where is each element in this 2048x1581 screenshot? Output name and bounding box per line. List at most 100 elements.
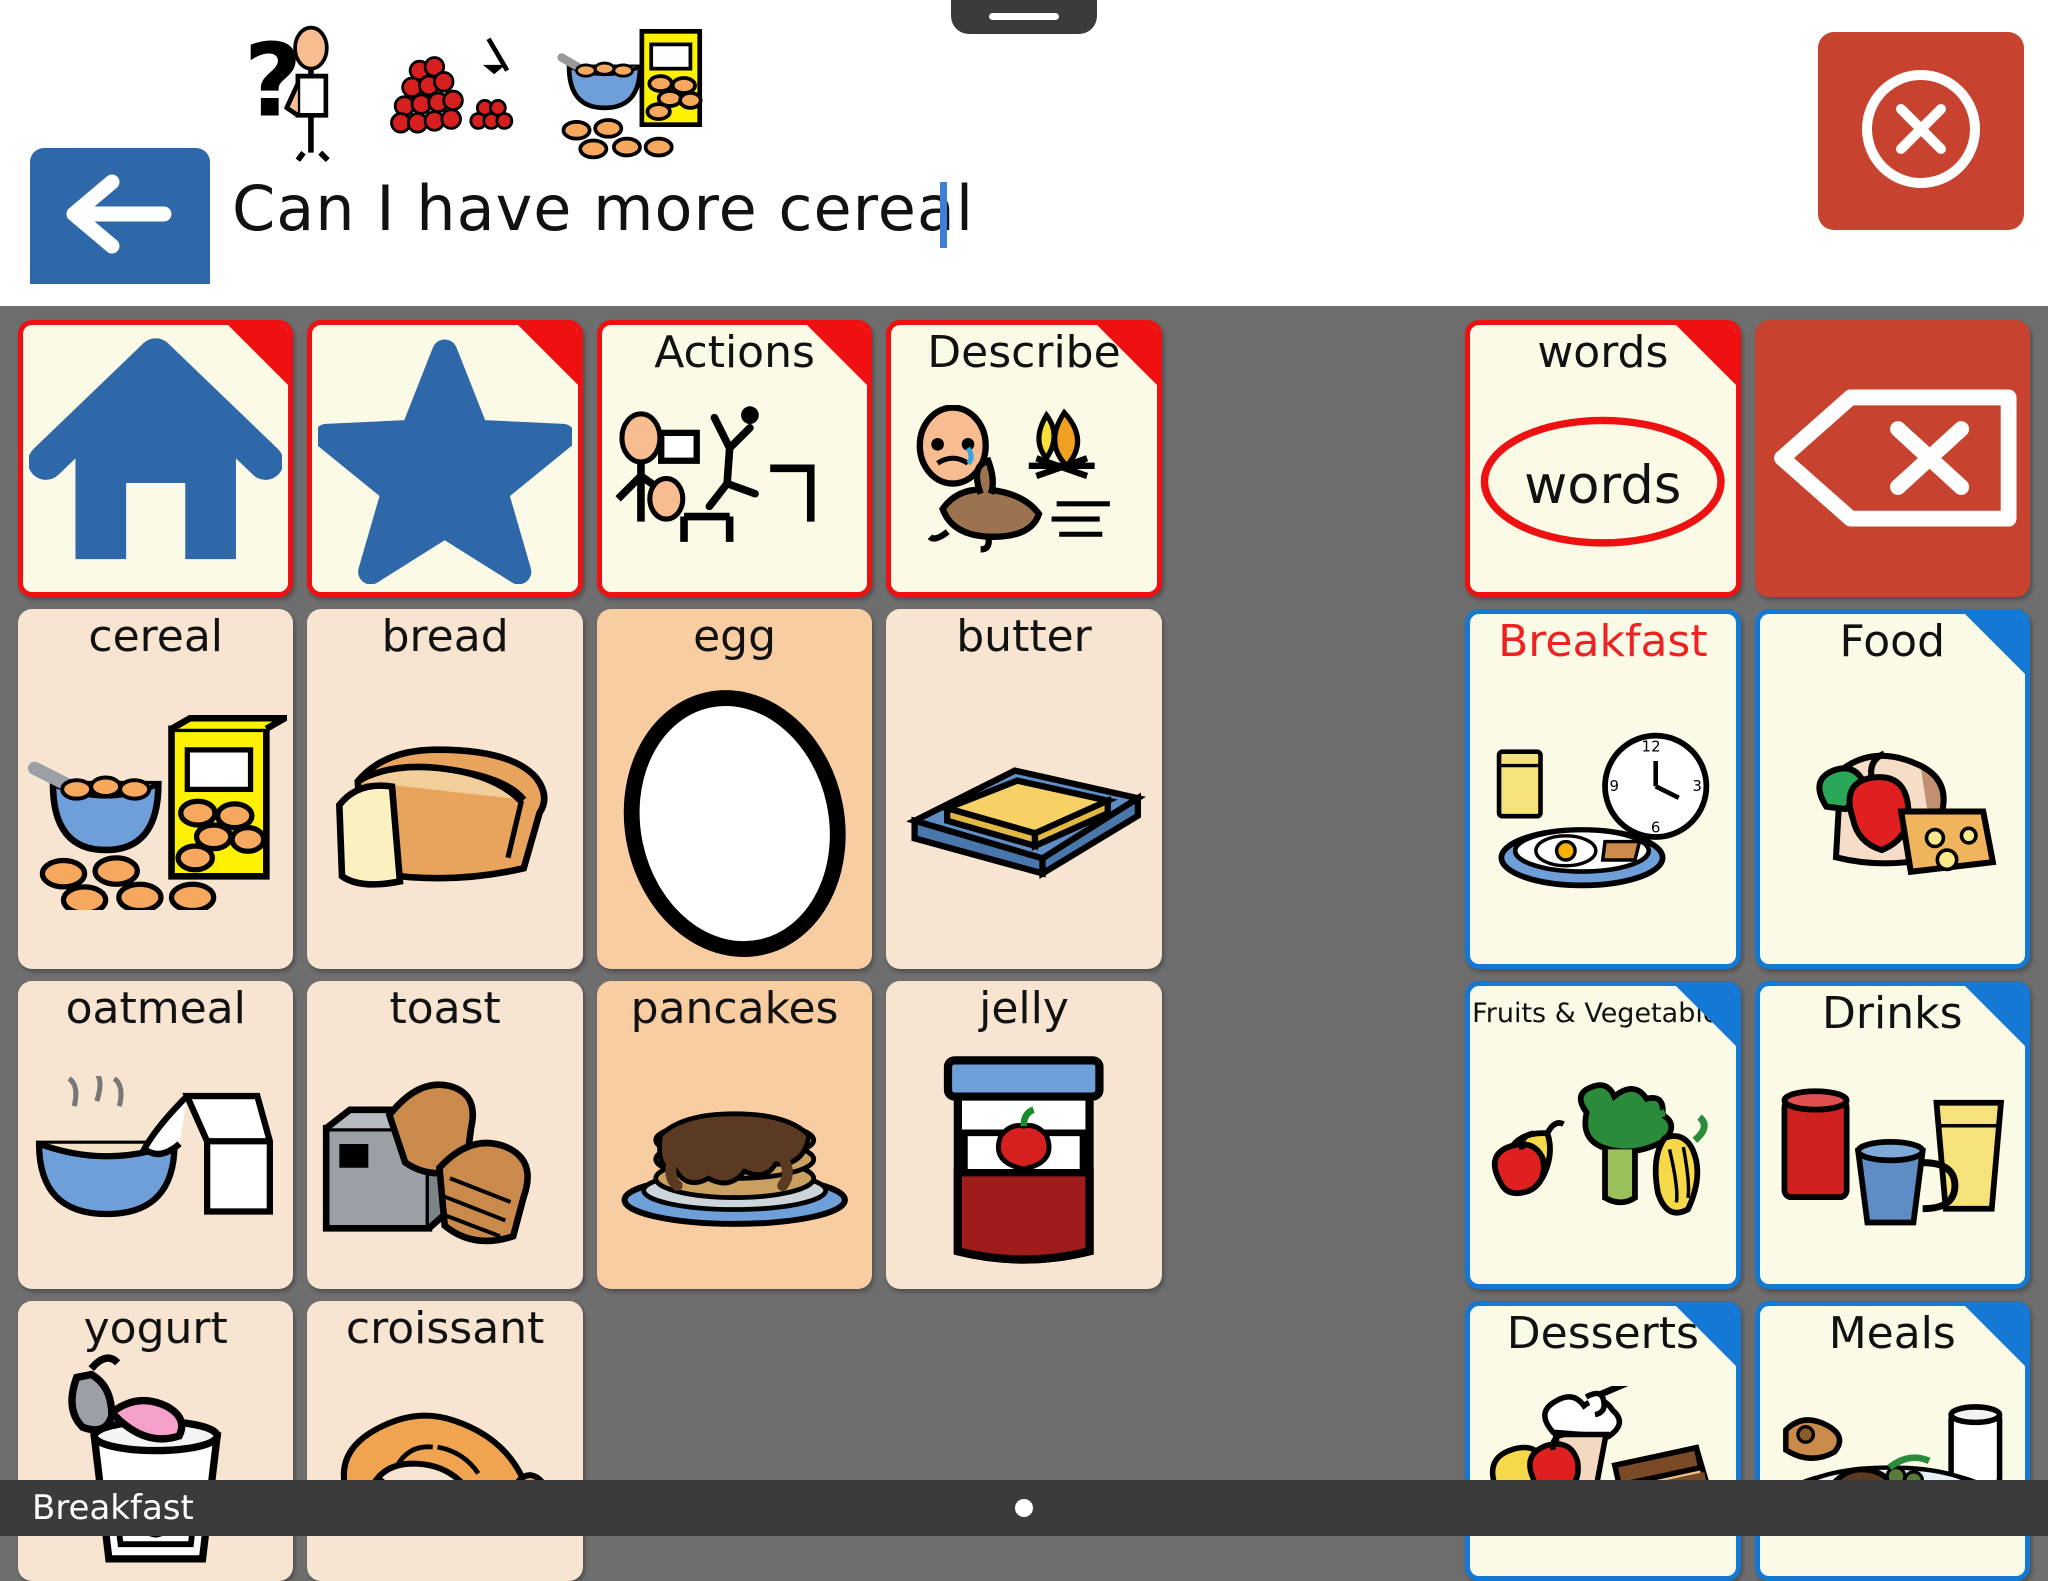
button-breakfast[interactable]: Breakfast12369 bbox=[1465, 609, 1740, 968]
oatmeal-symbol bbox=[18, 1032, 293, 1289]
sentence-symbol-strip: ? bbox=[240, 12, 710, 162]
button-meals[interactable]: Meals bbox=[1755, 1301, 2030, 1581]
grid-cell-favorites bbox=[307, 320, 582, 597]
question-person-icon: ? bbox=[240, 22, 352, 162]
button-pancakes[interactable]: pancakes bbox=[597, 981, 872, 1289]
button-label-butter: butter bbox=[886, 609, 1161, 660]
button-label-bread: bread bbox=[307, 609, 582, 660]
folder-corner-red-icon bbox=[1096, 324, 1158, 386]
button-home[interactable] bbox=[18, 320, 293, 597]
desserts-symbol bbox=[1470, 1357, 1735, 1577]
back-button[interactable] bbox=[30, 148, 210, 284]
grid-cell-actions: Actions bbox=[597, 320, 872, 597]
yogurt-symbol bbox=[18, 1352, 293, 1581]
grid-cell-jelly: jelly bbox=[886, 981, 1161, 1289]
button-drinks[interactable]: Drinks bbox=[1755, 981, 2030, 1289]
folder-corner-blue-icon bbox=[1964, 1305, 2026, 1367]
button-describe[interactable]: Describe bbox=[886, 320, 1161, 597]
sentence-text: Can I have more cereal bbox=[232, 178, 974, 240]
folder-corner-blue-icon bbox=[1964, 613, 2026, 675]
bread-symbol bbox=[307, 660, 582, 969]
button-toast[interactable]: toast bbox=[307, 981, 582, 1289]
cereal-symbol bbox=[18, 660, 293, 969]
svg-text:9: 9 bbox=[1610, 777, 1620, 795]
grid-cell-breakfast: Breakfast12369 bbox=[1465, 609, 1740, 968]
back-arrow-icon bbox=[64, 174, 176, 258]
actions-symbol bbox=[602, 376, 867, 593]
button-desserts[interactable]: Desserts bbox=[1465, 1301, 1740, 1581]
text-cursor bbox=[940, 182, 947, 248]
button-cereal[interactable]: cereal bbox=[18, 609, 293, 968]
grid-cell-desserts: Desserts bbox=[1465, 1301, 1740, 1581]
status-bar-title: Breakfast bbox=[32, 1488, 194, 1528]
button-croissant[interactable]: croissant bbox=[307, 1301, 582, 1581]
jelly-symbol bbox=[886, 1032, 1161, 1289]
backspace-icon bbox=[1755, 320, 2030, 597]
svg-text:6: 6 bbox=[1651, 818, 1661, 836]
breakfast-symbol: 12 3 6 9 bbox=[1470, 665, 1735, 964]
button-bread[interactable]: bread bbox=[307, 609, 582, 968]
grid-cell-food: Food bbox=[1755, 609, 2030, 968]
button-label-croissant: croissant bbox=[307, 1301, 582, 1352]
button-label-toast: toast bbox=[307, 981, 582, 1032]
words-oval: words bbox=[1470, 376, 1735, 593]
food-symbol bbox=[1760, 665, 2025, 964]
button-favorites[interactable] bbox=[307, 320, 582, 597]
button-butter[interactable]: butter bbox=[886, 609, 1161, 968]
folder-corner-red-icon bbox=[227, 324, 289, 386]
grid-cell-fruitsveg: Fruits & Vegetables bbox=[1465, 981, 1740, 1289]
sentence-bar[interactable]: ? bbox=[0, 0, 2048, 306]
grid-cell-delete bbox=[1755, 320, 2030, 597]
grid-cell-butter: butter bbox=[886, 609, 1161, 968]
grid-cell-croissant: croissant bbox=[307, 1301, 582, 1581]
button-yogurt[interactable]: yogurt bbox=[18, 1301, 293, 1581]
fruits-vegetables-symbol bbox=[1470, 1027, 1735, 1283]
grid-cell-bread: bread bbox=[307, 609, 582, 968]
svg-text:3: 3 bbox=[1693, 777, 1703, 795]
grid-cell-egg: egg bbox=[597, 609, 872, 968]
more-berries-icon bbox=[384, 22, 524, 162]
grid-cell-describe: Describe bbox=[886, 320, 1161, 597]
button-food[interactable]: Food bbox=[1755, 609, 2030, 968]
grid-cell-meals: Meals bbox=[1755, 1301, 2030, 1581]
button-label-cereal: cereal bbox=[18, 609, 293, 660]
folder-corner-blue-icon bbox=[1675, 1305, 1737, 1367]
page-indicator-dot[interactable] bbox=[1015, 1499, 1033, 1517]
grid-cell-oatmeal: oatmeal bbox=[18, 981, 293, 1289]
cereal-bowl-box-icon bbox=[556, 22, 710, 162]
button-label-pancakes: pancakes bbox=[597, 981, 872, 1032]
button-actions[interactable]: Actions bbox=[597, 320, 872, 597]
folder-corner-red-icon bbox=[806, 324, 868, 386]
drinks-symbol bbox=[1760, 1037, 2025, 1284]
grid-cell-pancakes: pancakes bbox=[597, 981, 872, 1289]
button-delete[interactable] bbox=[1755, 320, 2030, 597]
grid-cell-home bbox=[18, 320, 293, 597]
button-egg[interactable]: egg bbox=[597, 609, 872, 968]
folder-corner-red-icon bbox=[517, 324, 579, 386]
button-label-oatmeal: oatmeal bbox=[18, 981, 293, 1032]
folder-corner-blue-icon bbox=[1675, 985, 1737, 1047]
svg-text:12: 12 bbox=[1642, 738, 1661, 756]
grid-cell-drinks: Drinks bbox=[1755, 981, 2030, 1289]
grid-cell-cereal: cereal bbox=[18, 609, 293, 968]
folder-corner-blue-icon bbox=[1964, 985, 2026, 1047]
button-fruitsveg[interactable]: Fruits & Vegetables bbox=[1465, 981, 1740, 1289]
button-label-yogurt: yogurt bbox=[18, 1301, 293, 1352]
drag-handle[interactable] bbox=[951, 0, 1097, 34]
svg-text:words: words bbox=[1524, 454, 1681, 515]
button-label-jelly: jelly bbox=[886, 981, 1161, 1032]
toast-symbol bbox=[307, 1032, 582, 1289]
close-icon bbox=[1851, 59, 1991, 203]
button-words[interactable]: wordswords bbox=[1465, 320, 1740, 597]
button-oatmeal[interactable]: oatmeal bbox=[18, 981, 293, 1289]
close-button[interactable] bbox=[1818, 32, 2024, 230]
button-jelly[interactable]: jelly bbox=[886, 981, 1161, 1289]
grid-cell-words: wordswords bbox=[1465, 320, 1740, 597]
describe-symbol bbox=[891, 376, 1156, 593]
folder-corner-red-icon bbox=[1675, 324, 1737, 386]
button-label-egg: egg bbox=[597, 609, 872, 660]
pancakes-symbol bbox=[597, 1032, 872, 1289]
egg-symbol bbox=[597, 660, 872, 969]
svg-text:?: ? bbox=[244, 22, 302, 139]
croissant-symbol bbox=[307, 1352, 582, 1581]
